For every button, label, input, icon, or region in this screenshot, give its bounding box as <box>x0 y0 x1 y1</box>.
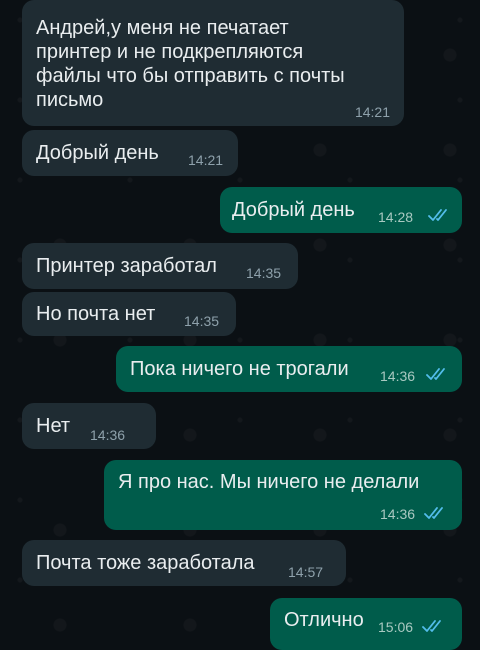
message-bubble-outgoing[interactable]: Я про нас. Мы ничего не делали 14:36 <box>104 460 462 530</box>
message-time: 14:35 <box>184 313 220 329</box>
message-bubble-outgoing[interactable]: Отлично 15:06 <box>270 598 462 650</box>
message-text: Принтер заработал <box>36 255 217 277</box>
message-bubble-incoming[interactable]: Андрей,у меня не печатает принтер и не п… <box>22 0 404 126</box>
read-receipt-icon <box>426 368 445 380</box>
message-bubble-outgoing[interactable]: Пока ничего не трогали 14:36 <box>116 346 462 392</box>
message-text: Но почта нет <box>36 303 156 325</box>
message-text: Отлично <box>284 609 364 631</box>
message-bubble-incoming[interactable]: Принтер заработал 14:35 <box>22 243 298 289</box>
message-bubble-outgoing[interactable]: Добрый день 14:28 <box>220 187 462 233</box>
message-text: Я про нас. Мы ничего не делали <box>118 471 420 493</box>
message-bubble-incoming[interactable]: Почта тоже заработала 14:57 <box>22 540 346 586</box>
message-text: Нет <box>36 415 71 437</box>
message-bubble-incoming[interactable]: Нет 14:36 <box>22 403 156 449</box>
message-text: Добрый день <box>232 199 355 221</box>
message-text: Почта тоже заработала <box>36 552 255 574</box>
message-time: 14:21 <box>188 152 224 168</box>
message-time: 14:35 <box>246 265 282 281</box>
message-text: Добрый день <box>36 142 159 164</box>
chat-message-list[interactable]: Андрей,у меня не печатает принтер и не п… <box>0 0 480 650</box>
message-time: 14:28 <box>378 209 414 225</box>
message-text: Андрей,у меня не печатает принтер и не п… <box>36 17 345 111</box>
message-time: 14:57 <box>288 564 324 580</box>
read-receipt-icon <box>428 209 447 221</box>
message-bubble-incoming[interactable]: Но почта нет 14:35 <box>22 292 236 336</box>
message-time: 14:36 <box>380 506 416 522</box>
read-receipt-icon <box>422 620 441 632</box>
message-time: 14:36 <box>380 368 416 384</box>
message-bubble-incoming[interactable]: Добрый день 14:21 <box>22 130 238 176</box>
message-time: 15:06 <box>378 619 414 635</box>
read-receipt-icon <box>424 507 443 519</box>
message-time: 14:21 <box>354 104 390 120</box>
message-time: 14:36 <box>90 427 126 443</box>
message-text: Пока ничего не трогали <box>130 358 349 380</box>
